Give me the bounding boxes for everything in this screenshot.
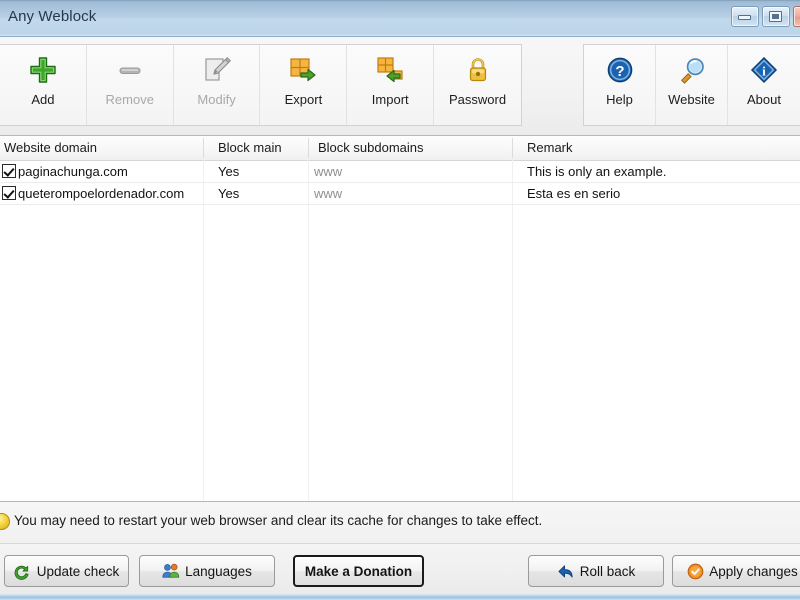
toolbar-label-about: About xyxy=(747,92,781,107)
make-donation-label: Make a Donation xyxy=(304,563,413,579)
maximize-icon xyxy=(769,11,782,22)
cell-block-main: Yes xyxy=(218,164,240,179)
cell-block-main: Yes xyxy=(218,186,240,201)
cell-website-domain: paginachunga.com xyxy=(18,164,128,179)
toolbar-button-import[interactable]: Import xyxy=(347,45,435,125)
close-button[interactable] xyxy=(793,6,800,27)
toolbar-button-help[interactable]: ? Help xyxy=(584,45,656,125)
cell-block-subdomains: www xyxy=(314,186,343,201)
cell-block-subdomains: www xyxy=(314,164,343,179)
row-checkbox[interactable] xyxy=(2,164,16,178)
refresh-arrow-icon xyxy=(14,562,32,580)
roll-back-label: Roll back xyxy=(579,563,636,579)
toolbar-button-remove[interactable]: Remove xyxy=(87,45,174,125)
export-arrow-icon xyxy=(286,53,320,87)
toolbar-button-website[interactable]: Website xyxy=(656,45,728,125)
window-controls xyxy=(731,6,800,27)
toolbar-label-website: Website xyxy=(668,92,715,107)
toolbar-button-add[interactable]: Add xyxy=(0,45,87,125)
title-bar-top-edge xyxy=(0,0,800,2)
toolbar-label-modify: Modify xyxy=(197,92,236,107)
cell-remark: Esta es en serio xyxy=(527,186,621,201)
toolbar-button-export[interactable]: Export xyxy=(260,45,348,125)
question-circle-icon: ? xyxy=(603,53,637,87)
window-title: Any Weblock xyxy=(8,8,97,25)
row-checkbox[interactable] xyxy=(2,186,16,200)
update-check-button[interactable]: Update check xyxy=(4,555,129,587)
maximize-button[interactable] xyxy=(762,6,790,27)
cell-remark: This is only an example. xyxy=(527,164,667,179)
column-divider xyxy=(308,138,309,158)
table-body: paginachunga.com Yes www This is only an… xyxy=(0,161,800,205)
column-header-block-subdomains[interactable]: Block subdomains xyxy=(308,136,512,160)
toolbar-button-about[interactable]: i About xyxy=(728,45,800,125)
toolbar-button-modify[interactable]: Modify xyxy=(174,45,261,125)
toolbar-group-info: ? Help Website i About xyxy=(583,44,800,126)
toolbar-group-actions: Add Remove Modify Export Import Password xyxy=(0,44,522,126)
toolbar-label-export: Export xyxy=(284,92,323,107)
toolbar-label-import: Import xyxy=(371,92,409,107)
blocklist-table[interactable]: Website domain Block main Block subdomai… xyxy=(0,136,800,502)
column-grid-line xyxy=(512,160,513,501)
main-toolbar: Add Remove Modify Export Import Password… xyxy=(0,37,800,136)
application-window: Any Weblock Add Remove Modify Export Imp… xyxy=(0,0,800,600)
title-bar: Any Weblock xyxy=(0,0,800,37)
table-row[interactable]: queterompoelordenador.com Yes www Esta e… xyxy=(0,183,800,205)
apply-changes-label: Apply changes xyxy=(709,563,798,579)
column-header-remark[interactable]: Remark xyxy=(512,136,800,160)
minimize-button[interactable] xyxy=(731,6,759,27)
column-divider xyxy=(203,138,204,158)
column-grid-line xyxy=(308,160,309,501)
toolbar-label-remove: Remove xyxy=(105,92,154,107)
undo-arrow-icon xyxy=(557,562,575,580)
make-donation-button[interactable]: Make a Donation xyxy=(293,555,424,587)
window-bottom-edge xyxy=(0,594,800,600)
column-header-block-main[interactable]: Block main xyxy=(203,136,308,160)
magnifier-icon xyxy=(675,53,709,87)
svg-text:?: ? xyxy=(615,63,624,80)
padlock-icon xyxy=(461,53,495,87)
update-check-label: Update check xyxy=(36,563,120,579)
info-diamond-icon: i xyxy=(747,53,781,87)
bottom-button-bar: Update check Languages Make a Donation R… xyxy=(0,544,800,600)
roll-back-button[interactable]: Roll back xyxy=(528,555,664,587)
warning-icon xyxy=(0,513,10,530)
table-row[interactable]: paginachunga.com Yes www This is only an… xyxy=(0,161,800,183)
column-divider xyxy=(512,138,513,158)
plus-icon xyxy=(26,53,60,87)
minus-icon xyxy=(113,53,147,87)
status-message: You may need to restart your web browser… xyxy=(14,513,543,528)
import-arrow-icon xyxy=(373,53,407,87)
table-header-row: Website domain Block main Block subdomai… xyxy=(0,136,800,161)
languages-button[interactable]: Languages xyxy=(139,555,275,587)
svg-text:i: i xyxy=(762,64,766,79)
apply-check-icon xyxy=(686,562,704,580)
status-bar: You may need to restart your web browser… xyxy=(0,502,800,544)
pencil-edit-icon xyxy=(200,53,234,87)
minimize-icon xyxy=(738,15,751,20)
apply-changes-button[interactable]: Apply changes xyxy=(672,555,800,587)
toolbar-label-help: Help xyxy=(606,92,633,107)
cell-website-domain: queterompoelordenador.com xyxy=(18,186,185,201)
toolbar-button-password[interactable]: Password xyxy=(434,45,521,125)
toolbar-label-add: Add xyxy=(31,92,55,107)
languages-label: Languages xyxy=(185,563,252,579)
toolbar-label-password: Password xyxy=(449,92,507,107)
column-header-website-domain[interactable]: Website domain xyxy=(0,136,203,160)
column-grid-line xyxy=(203,160,204,501)
people-icon xyxy=(162,562,180,580)
